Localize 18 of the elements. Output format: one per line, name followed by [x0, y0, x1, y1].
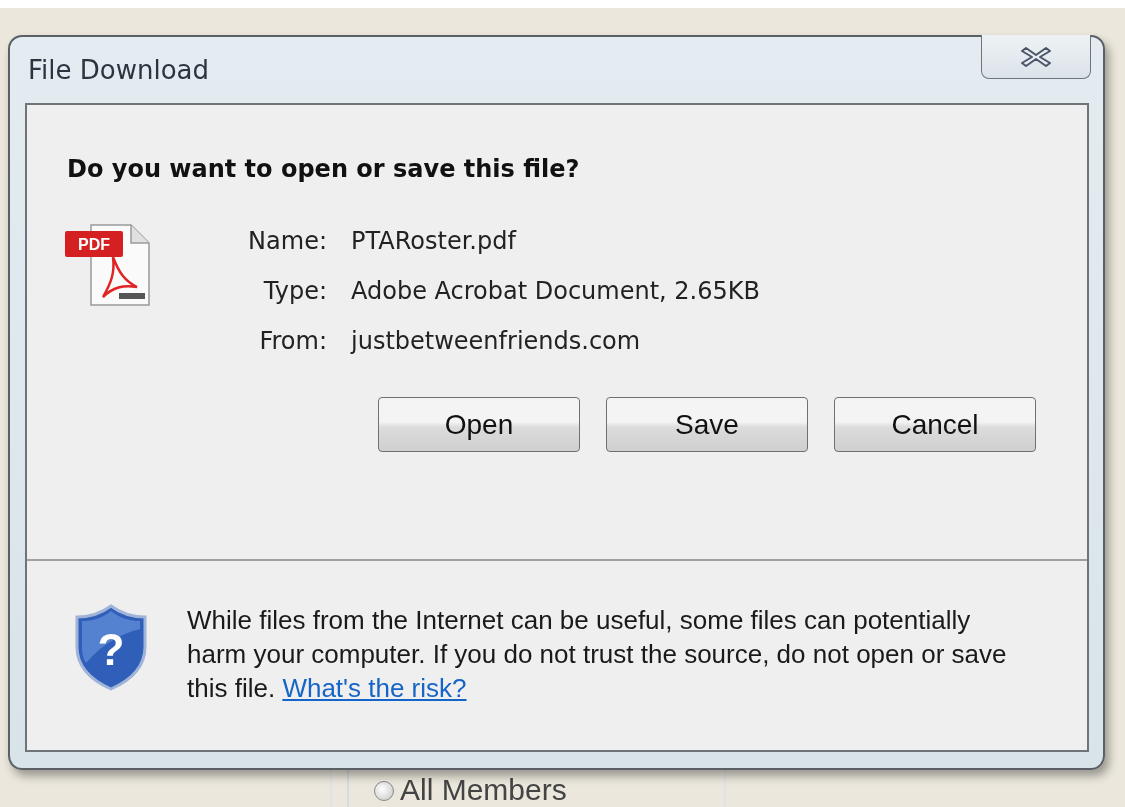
field-label: Name: — [247, 226, 327, 257]
radio-label: All Members — [400, 773, 567, 807]
field-label: Type: — [262, 276, 327, 307]
close-icon — [1018, 44, 1054, 69]
window-title: File Download — [28, 55, 209, 85]
close-button[interactable] — [981, 35, 1091, 79]
dialog-button[interactable]: Cancel — [834, 397, 1036, 452]
field-value: Adobe Acrobat Document, 2.65KB — [351, 276, 760, 307]
security-shield-icon: ? — [73, 603, 149, 691]
field-value: justbetweenfriends.com — [351, 326, 642, 357]
dialog-button[interactable]: Open — [378, 397, 580, 452]
risk-link[interactable]: What's the risk? — [282, 673, 467, 703]
dialog-button[interactable]: Save — [606, 397, 808, 452]
field-value: PTARoster.pdf — [351, 226, 518, 257]
field-label: From: — [258, 326, 327, 357]
radio-button[interactable] — [374, 781, 394, 801]
warning-text: While files from the Internet can be useful, some files can potentially harm your computer. If you do not trust the source, do not open or save this file. What's the risk? — [187, 604, 1008, 705]
dialog-question: Do you want to open or save this file? — [67, 155, 581, 183]
